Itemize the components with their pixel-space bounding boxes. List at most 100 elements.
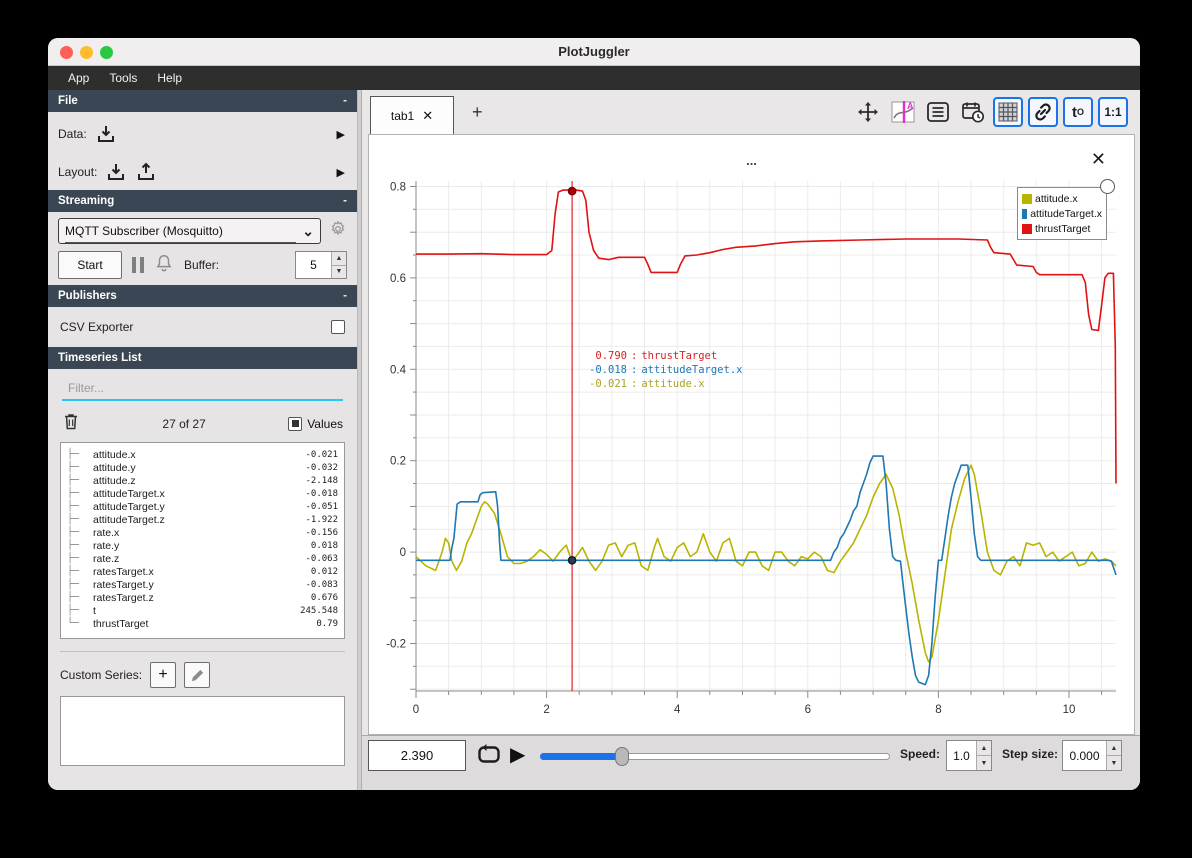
tracker-tool-icon[interactable]: A: [888, 97, 918, 127]
title-bar: PlotJuggler: [48, 38, 1140, 66]
plot-legend[interactable]: attitude.x attitudeTarget.x thrustTarget: [1017, 179, 1115, 240]
buffer-up-arrow[interactable]: ▲: [332, 252, 346, 266]
timeseries-value: -1.922: [305, 514, 338, 525]
pause-icon[interactable]: [132, 257, 144, 273]
data-expand-arrow-icon[interactable]: ▶: [337, 128, 347, 141]
svg-text:A: A: [907, 101, 914, 111]
zoom-1to1-icon[interactable]: 1:1: [1098, 97, 1128, 127]
time-slider[interactable]: [540, 746, 890, 766]
file-section: Data: ▶ Layout: ▶: [48, 112, 357, 190]
svg-text:4: 4: [674, 704, 681, 716]
timeseries-row[interactable]: ├─ rate.z -0.063: [67, 552, 338, 565]
timeseries-row[interactable]: ├─ rate.y 0.018: [67, 539, 338, 552]
trash-icon[interactable]: [62, 411, 80, 436]
timeseries-name: ratesTarget.z: [93, 591, 154, 604]
timeseries-row[interactable]: ├─ attitude.x -0.021: [67, 448, 338, 461]
legend-swatch: [1022, 193, 1032, 204]
close-tab-icon[interactable]: ✕: [422, 108, 433, 124]
timeseries-value: -0.063: [305, 553, 338, 564]
timeseries-value: -0.032: [305, 462, 338, 473]
timeseries-row[interactable]: ├─ ratesTarget.x 0.012: [67, 565, 338, 578]
streaming-section-header[interactable]: Streaming -: [48, 190, 357, 212]
step-up-arrow[interactable]: ▲: [1107, 741, 1121, 756]
timeseries-name: attitudeTarget.z: [93, 513, 165, 526]
timeseries-section-header[interactable]: Timeseries List: [48, 347, 357, 369]
timeseries-row[interactable]: ├─ attitudeTarget.x -0.018: [67, 487, 338, 500]
play-button[interactable]: ▶: [510, 742, 525, 767]
menu-help[interactable]: Help: [149, 68, 190, 88]
timeseries-name: attitude.x: [93, 448, 136, 461]
legend-entry[interactable]: thrustTarget: [1022, 221, 1102, 236]
collapse-file-button[interactable]: -: [343, 95, 347, 107]
streaming-source-select[interactable]: MQTT Subscriber (Mosquitto) ⌄: [58, 218, 321, 244]
menu-tools[interactable]: Tools: [101, 68, 145, 88]
edit-custom-series-button[interactable]: [184, 662, 211, 688]
streaming-settings-gear-icon[interactable]: [329, 220, 347, 243]
datetime-icon[interactable]: [958, 97, 988, 127]
start-streaming-button[interactable]: Start: [58, 251, 122, 279]
grid-layout-icon[interactable]: [993, 97, 1023, 127]
layout-expand-arrow-icon[interactable]: ▶: [337, 166, 347, 179]
slider-handle[interactable]: [615, 747, 630, 766]
step-down-arrow[interactable]: ▼: [1107, 756, 1121, 770]
timeseries-row[interactable]: ├─ attitudeTarget.z -1.922: [67, 513, 338, 526]
timeseries-row[interactable]: ├─ attitude.z -2.148: [67, 474, 338, 487]
sidebar: File - Data: ▶ Layout: ▶ Streaming - MQT…: [48, 90, 358, 790]
timeseries-name: thrustTarget: [93, 617, 149, 630]
add-custom-series-button[interactable]: +: [150, 662, 177, 688]
loop-button[interactable]: [476, 743, 502, 772]
save-layout-icon[interactable]: [135, 161, 157, 183]
buffer-value: 5: [310, 258, 317, 272]
playback-bar: 2.390 ▶ Speed: 1.0 ▲ ▼ Step size: 0.000 ▲…: [362, 735, 1140, 790]
publishers-section-header[interactable]: Publishers -: [48, 285, 357, 307]
buffer-spinbox[interactable]: 5 ▲ ▼: [295, 251, 347, 279]
plot-widget[interactable]: ... ✕ 0.8 0.6 0.4 0.2 0 -0.2 0 2 4 6 8 10 0.790: thr…: [368, 134, 1135, 735]
menu-app[interactable]: App: [60, 68, 97, 88]
move-tool-icon[interactable]: [853, 97, 883, 127]
legend-entry[interactable]: attitudeTarget.x: [1022, 206, 1102, 221]
speed-down-arrow[interactable]: ▼: [977, 756, 991, 770]
data-label: Data:: [58, 127, 87, 141]
legend-handle[interactable]: [1100, 179, 1115, 194]
list-view-icon[interactable]: [923, 97, 953, 127]
timeseries-row[interactable]: ├─ t 245.548: [67, 604, 338, 617]
link-axes-icon[interactable]: [1028, 97, 1058, 127]
timeseries-row[interactable]: └─ thrustTarget 0.79: [67, 617, 338, 630]
step-size-spinbox[interactable]: 0.000 ▲ ▼: [1062, 740, 1122, 771]
timeseries-value: -0.051: [305, 501, 338, 512]
timeseries-value: 0.012: [310, 566, 338, 577]
bell-icon[interactable]: [154, 253, 174, 278]
load-data-icon[interactable]: [95, 123, 117, 145]
timeseries-row[interactable]: ├─ ratesTarget.y -0.083: [67, 578, 338, 591]
tree-branch-icon: ├─: [67, 462, 80, 473]
timeseries-value: -0.083: [305, 579, 338, 590]
csv-exporter-checkbox[interactable]: [331, 320, 345, 334]
timeseries-name: attitude.z: [93, 474, 136, 487]
time-field[interactable]: 2.390: [368, 740, 466, 771]
tree-branch-icon: ├─: [67, 592, 80, 603]
speed-up-arrow[interactable]: ▲: [977, 741, 991, 756]
legend-entry[interactable]: attitude.x: [1022, 191, 1102, 206]
values-checkbox[interactable]: [288, 416, 303, 431]
timeseries-name: ratesTarget.y: [93, 578, 154, 591]
timeseries-value: 245.548: [300, 605, 338, 616]
timeseries-row[interactable]: ├─ attitudeTarget.y -0.051: [67, 500, 338, 513]
speed-spinbox[interactable]: 1.0 ▲ ▼: [946, 740, 992, 771]
load-layout-icon[interactable]: [105, 161, 127, 183]
tab-tab1[interactable]: tab1 ✕: [370, 96, 454, 134]
timeseries-row[interactable]: ├─ ratesTarget.z 0.676: [67, 591, 338, 604]
custom-series-label: Custom Series:: [60, 668, 143, 682]
t0-reset-time-icon[interactable]: tO: [1063, 97, 1093, 127]
main-area: tab1 ✕ + A t O 1:1 ... ✕ 0.8 0.6 0.4 0.2…: [362, 90, 1140, 790]
timeseries-row[interactable]: ├─ attitude.y -0.032: [67, 461, 338, 474]
timeseries-list[interactable]: ├─ attitude.x -0.021 ├─ attitude.y -0.032 ├─ at…: [60, 442, 345, 639]
filter-input[interactable]: Filter...: [62, 377, 343, 401]
buffer-down-arrow[interactable]: ▼: [332, 265, 346, 278]
add-tab-button[interactable]: +: [464, 100, 491, 125]
file-section-header[interactable]: File -: [48, 90, 357, 112]
collapse-streaming-button[interactable]: -: [343, 195, 347, 207]
streaming-source-value: MQTT Subscriber (Mosquitto): [65, 220, 297, 243]
custom-series-list[interactable]: [60, 696, 345, 766]
collapse-publishers-button[interactable]: -: [343, 290, 347, 302]
timeseries-row[interactable]: ├─ rate.x -0.156: [67, 526, 338, 539]
